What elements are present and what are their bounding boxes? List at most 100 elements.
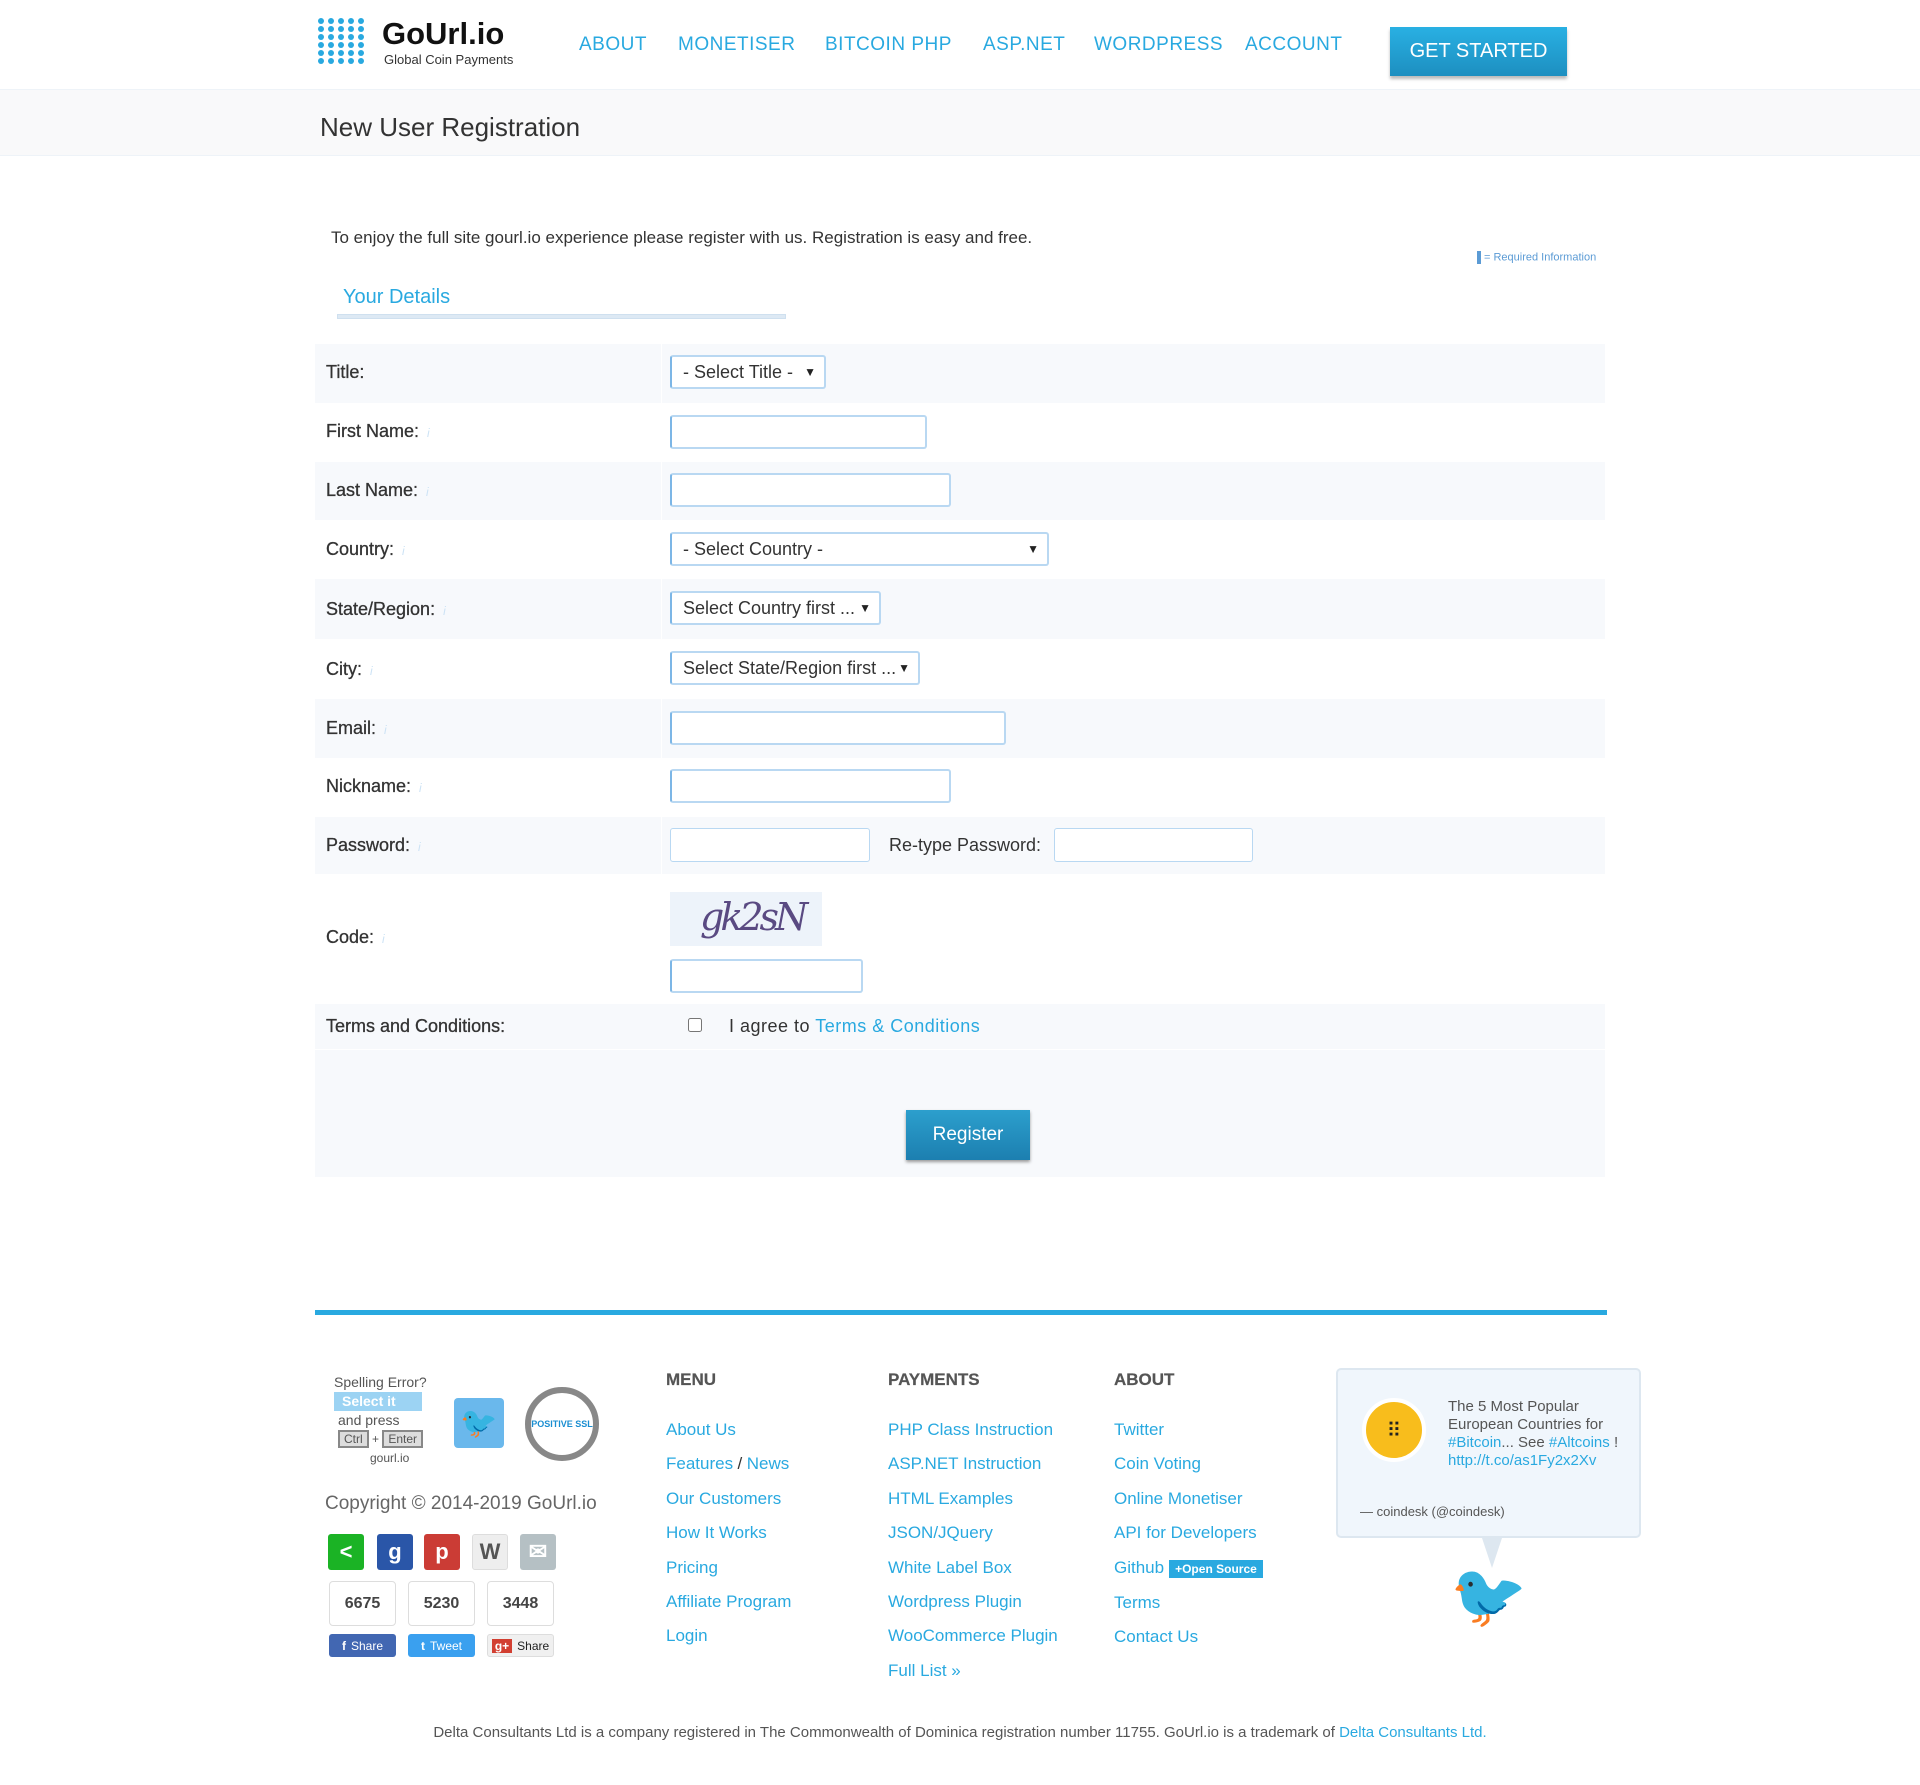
wordpress-icon[interactable]: W xyxy=(472,1534,508,1570)
info-icon[interactable]: i xyxy=(418,840,421,854)
required-note: = Required Information xyxy=(1477,251,1596,264)
row-nickname: Nickname: i xyxy=(315,758,1605,817)
required-marker-icon xyxy=(1477,251,1481,264)
pinterest-icon[interactable]: p xyxy=(424,1534,460,1570)
nickname-label: Nickname: i xyxy=(326,776,422,796)
nav-about[interactable]: ABOUT xyxy=(579,34,647,56)
link-terms[interactable]: Terms xyxy=(1114,1593,1160,1612)
tweet-card[interactable]: ⠿ The 5 Most Popular European Countries … xyxy=(1336,1368,1641,1538)
link-twitter[interactable]: Twitter xyxy=(1114,1420,1164,1439)
first-name-input[interactable] xyxy=(670,415,927,449)
coindesk-avatar: ⠿ xyxy=(1362,1398,1426,1462)
info-icon[interactable]: i xyxy=(382,932,385,946)
state-select[interactable]: Select Country first ... ▼ xyxy=(670,591,881,625)
email-icon[interactable]: ✉ xyxy=(520,1534,556,1570)
twitter-count: 5230 xyxy=(408,1581,475,1626)
row-last-name: Last Name: i xyxy=(315,462,1605,520)
password-input[interactable] xyxy=(670,828,870,862)
row-city: City: i Select State/Region first ... ▼ xyxy=(315,639,1605,699)
delta-consultants-link[interactable]: Delta Consultants Ltd. xyxy=(1339,1724,1487,1741)
page-title: New User Registration xyxy=(320,112,581,142)
info-icon[interactable]: i xyxy=(419,781,422,795)
open-source-badge[interactable]: +Open Source xyxy=(1169,1559,1263,1578)
link-json-jquery[interactable]: JSON/JQuery xyxy=(888,1523,993,1542)
link-coin-voting[interactable]: Coin Voting xyxy=(1114,1454,1201,1473)
info-icon[interactable]: i xyxy=(370,664,373,678)
row-state: State/Region: i Select Country first ... ▼ xyxy=(315,579,1605,639)
info-icon[interactable]: i xyxy=(443,604,446,618)
legal-text: Delta Consultants Ltd is a company regis… xyxy=(433,1724,1487,1741)
logo-icon[interactable] xyxy=(318,18,366,64)
last-name-label: Last Name: i xyxy=(326,480,429,500)
retype-password-input[interactable] xyxy=(1054,828,1253,862)
nav-aspnet[interactable]: ASP.NET xyxy=(983,34,1065,56)
nav-account[interactable]: ACCOUNT xyxy=(1245,34,1342,56)
country-select[interactable]: - Select Country - ▼ xyxy=(670,532,1049,566)
nav-monetiser[interactable]: MONETISER xyxy=(678,34,795,56)
retype-password-label: Re-type Password: xyxy=(889,835,1042,855)
last-name-input[interactable] xyxy=(670,473,951,507)
spelling-error-widget[interactable]: Spelling Error? Select it and press Ctrl… xyxy=(334,1373,427,1468)
link-full-list[interactable]: Full List » xyxy=(888,1661,961,1680)
link-white-label[interactable]: White Label Box xyxy=(888,1558,1012,1577)
google-icon[interactable]: g xyxy=(377,1534,413,1570)
email-input[interactable] xyxy=(670,711,1006,745)
link-online-monetiser[interactable]: Online Monetiser xyxy=(1114,1489,1243,1508)
hashtag-bitcoin[interactable]: #Bitcoin xyxy=(1448,1434,1501,1451)
link-news[interactable]: News xyxy=(747,1454,790,1473)
logo-name[interactable]: GoUrl.io xyxy=(382,16,504,52)
agree-text: I agree to Terms & Conditions xyxy=(729,1016,981,1036)
section-underline xyxy=(337,314,786,319)
link-login[interactable]: Login xyxy=(666,1626,708,1645)
tweet-button[interactable]: t Tweet xyxy=(408,1634,475,1657)
nav-wordpress[interactable]: WORDPRESS xyxy=(1094,34,1223,56)
email-label: Email: i xyxy=(326,718,387,738)
nickname-input[interactable] xyxy=(670,769,951,803)
agree-checkbox[interactable] xyxy=(688,1018,702,1032)
terms-link[interactable]: Terms & Conditions xyxy=(815,1016,980,1036)
link-our-customers[interactable]: Our Customers xyxy=(666,1489,781,1508)
link-php-class[interactable]: PHP Class Instruction xyxy=(888,1420,1053,1439)
link-wordpress-plugin[interactable]: Wordpress Plugin xyxy=(888,1592,1022,1611)
menu-links: About Us Features / News Our Customers H… xyxy=(666,1420,792,1646)
get-started-button[interactable]: GET STARTED xyxy=(1390,27,1567,76)
twitter-icon[interactable]: 🐦 xyxy=(454,1398,504,1448)
dropdown-arrow-icon: ▼ xyxy=(859,601,871,615)
hashtag-altcoins[interactable]: #Altcoins xyxy=(1549,1434,1610,1451)
about-heading: ABOUT xyxy=(1114,1370,1175,1389)
link-pricing[interactable]: Pricing xyxy=(666,1558,718,1577)
share-icon[interactable]: < xyxy=(328,1534,364,1570)
link-about-us[interactable]: About Us xyxy=(666,1420,736,1439)
link-github[interactable]: Github xyxy=(1114,1558,1164,1577)
link-features[interactable]: Features xyxy=(666,1454,733,1473)
facebook-share-button[interactable]: f Share xyxy=(329,1634,396,1657)
link-api[interactable]: API for Developers xyxy=(1114,1523,1257,1542)
copyright: Copyright © 2014-2019 GoUrl.io xyxy=(325,1493,597,1514)
info-icon[interactable]: i xyxy=(427,426,430,440)
menu-heading: MENU xyxy=(666,1370,717,1389)
city-select[interactable]: Select State/Region first ... ▼ xyxy=(670,651,920,685)
link-html-examples[interactable]: HTML Examples xyxy=(888,1489,1013,1508)
link-woocommerce[interactable]: WooCommerce Plugin xyxy=(888,1626,1058,1645)
link-how-it-works[interactable]: How It Works xyxy=(666,1523,767,1542)
link-aspnet-instruction[interactable]: ASP.NET Instruction xyxy=(888,1454,1041,1473)
title-select[interactable]: - Select Title - ▼ xyxy=(670,355,826,389)
intro-text: To enjoy the full site gourl.io experien… xyxy=(331,228,1033,247)
googleplus-share-button[interactable]: g+ Share xyxy=(487,1634,554,1657)
tweet-link[interactable]: http://t.co/as1Fy2x2Xv xyxy=(1448,1452,1596,1469)
facebook-count: 6675 xyxy=(329,1581,396,1626)
footer-divider xyxy=(315,1310,1607,1315)
ssl-badge-icon: POSITIVE SSL xyxy=(525,1387,599,1461)
link-contact[interactable]: Contact Us xyxy=(1114,1627,1198,1646)
info-icon[interactable]: i xyxy=(426,485,429,499)
info-icon[interactable]: i xyxy=(402,544,405,558)
googleplus-count: 3448 xyxy=(487,1581,554,1626)
code-label: Code: i xyxy=(326,927,385,947)
info-icon[interactable]: i xyxy=(384,723,387,737)
link-affiliate[interactable]: Affiliate Program xyxy=(666,1592,791,1611)
nav-bitcoin-php[interactable]: BITCOIN PHP xyxy=(825,34,952,56)
code-input[interactable] xyxy=(670,959,863,993)
register-button[interactable]: Register xyxy=(906,1110,1030,1160)
twitter-bird-icon: 🐦 xyxy=(1450,1562,1528,1631)
payments-heading: PAYMENTS xyxy=(888,1370,980,1389)
